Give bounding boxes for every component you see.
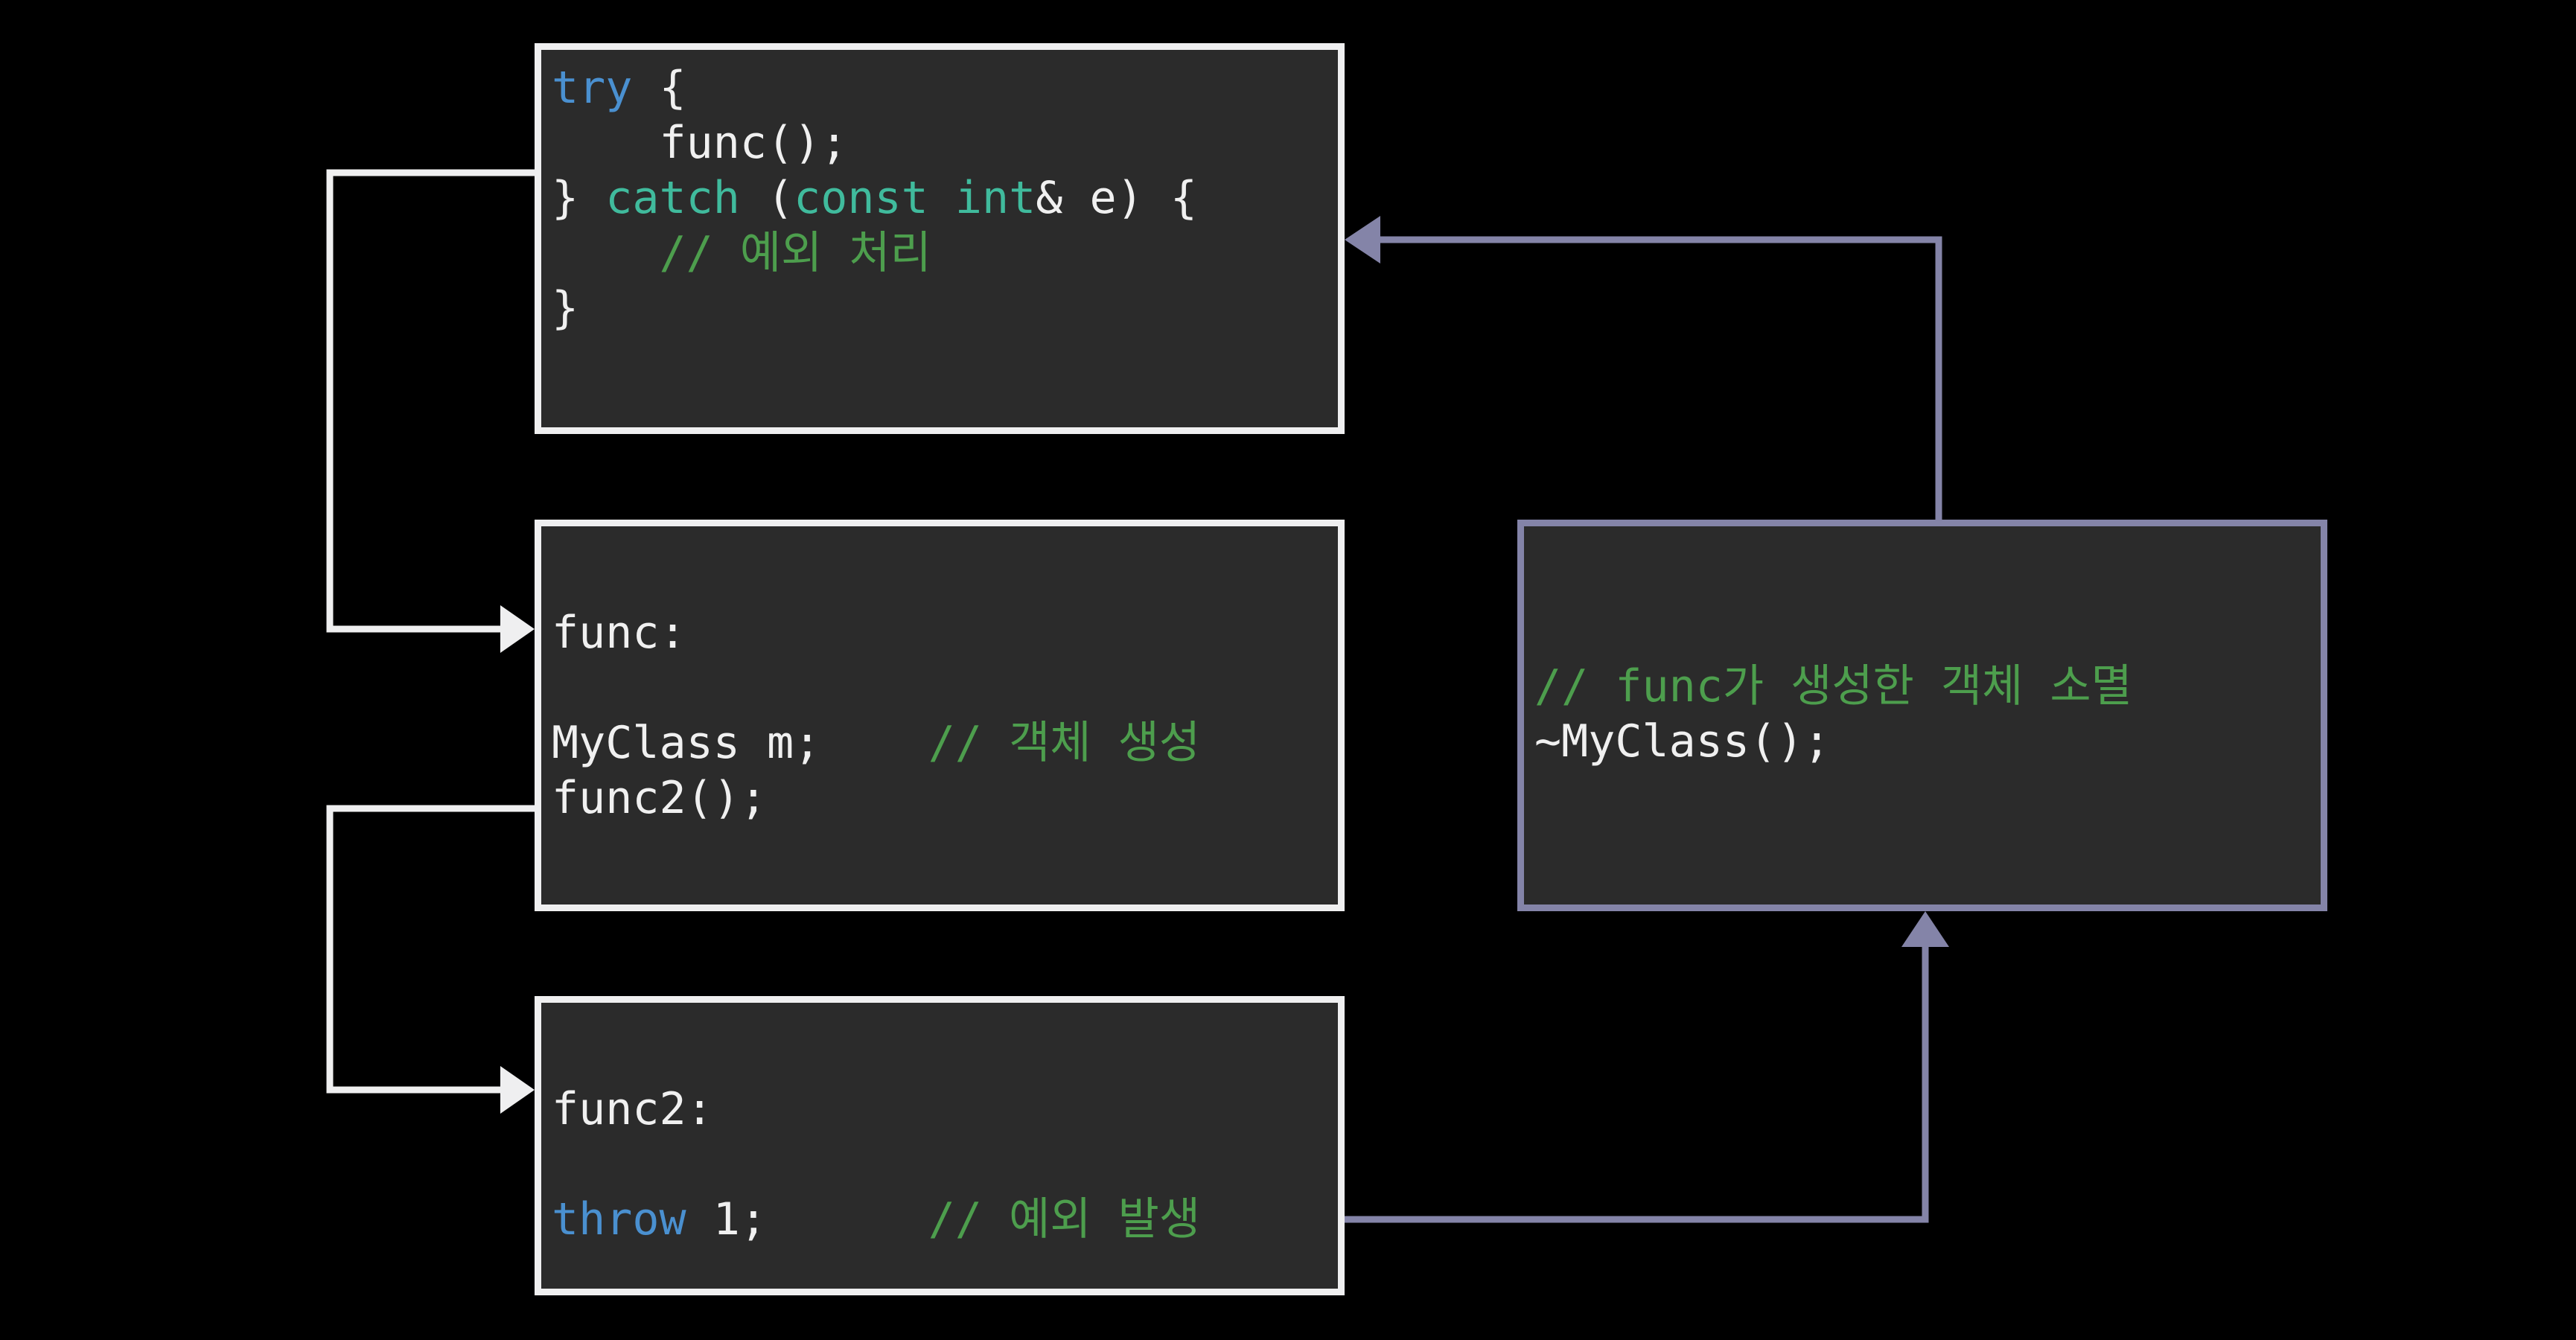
code-text-try-catch: try { func();} catch (const int& e) { //… — [552, 60, 1197, 336]
code-token: func2(); — [552, 772, 767, 824]
code-line: } catch (const int& e) { — [552, 170, 1197, 226]
code-line: throw 1; // 예외 발생 — [552, 1192, 1200, 1247]
code-token: func: — [552, 607, 686, 659]
code-token: ( — [739, 172, 794, 224]
code-token: func2: — [552, 1083, 713, 1135]
code-line: func2(); — [552, 770, 1200, 826]
code-line: } — [552, 281, 1197, 336]
code-text-func2: func2: throw 1; // 예외 발생 — [552, 1082, 1200, 1247]
code-token: const — [794, 172, 928, 224]
code-line: func2: — [552, 1082, 1200, 1137]
code-token: ~MyClass(); — [1534, 715, 1831, 768]
code-token: // 예외 발생 — [928, 1193, 1201, 1245]
code-token: throw — [552, 1193, 686, 1245]
code-token: int — [954, 172, 1036, 224]
code-token: // func가 생성한 객체 소멸 — [1534, 660, 2132, 712]
code-line: MyClass m; // 객체 생성 — [552, 715, 1200, 770]
code-line: // func가 생성한 객체 소멸 — [1534, 659, 2132, 714]
code-token: // 객체 생성 — [928, 717, 1201, 769]
code-line: func: — [552, 605, 1200, 660]
code-token: try — [552, 62, 633, 114]
code-line: ~MyClass(); — [1534, 714, 2132, 769]
code-line: // 예외 처리 — [552, 226, 1197, 281]
code-token: 1; — [686, 1193, 767, 1245]
code-line: try { — [552, 60, 1197, 115]
code-token: } — [552, 172, 606, 224]
code-box-try-catch[interactable]: try { func();} catch (const int& e) { //… — [535, 43, 1345, 434]
code-box-func[interactable]: func: MyClass m; // 객체 생성 func2(); — [535, 520, 1345, 911]
diagram-canvas: try { func();} catch (const int& e) { //… — [0, 0, 2576, 1340]
code-token: func(); — [552, 117, 848, 169]
arrow-unwind-to-destructor — [1345, 911, 1949, 1223]
arrow-destructor-to-catch — [1345, 216, 1942, 520]
code-token: { — [632, 62, 686, 114]
code-token: & e) { — [1036, 172, 1197, 224]
arrow-call-func2 — [326, 805, 535, 1114]
code-line: func(); — [552, 115, 1197, 170]
arrow-call-func — [326, 169, 535, 653]
code-token: } — [552, 282, 579, 334]
code-text-func: func: MyClass m; // 객체 생성 func2(); — [552, 605, 1200, 826]
code-text-destructor: // func가 생성한 객체 소멸 ~MyClass(); — [1534, 659, 2132, 769]
code-token: // 예외 처리 — [659, 227, 931, 279]
code-token: MyClass m; — [552, 717, 821, 769]
code-box-func2[interactable]: func2: throw 1; // 예외 발생 — [535, 996, 1345, 1295]
code-box-destructor[interactable]: // func가 생성한 객체 소멸 ~MyClass(); — [1517, 520, 2327, 911]
code-token: catch — [605, 172, 740, 224]
